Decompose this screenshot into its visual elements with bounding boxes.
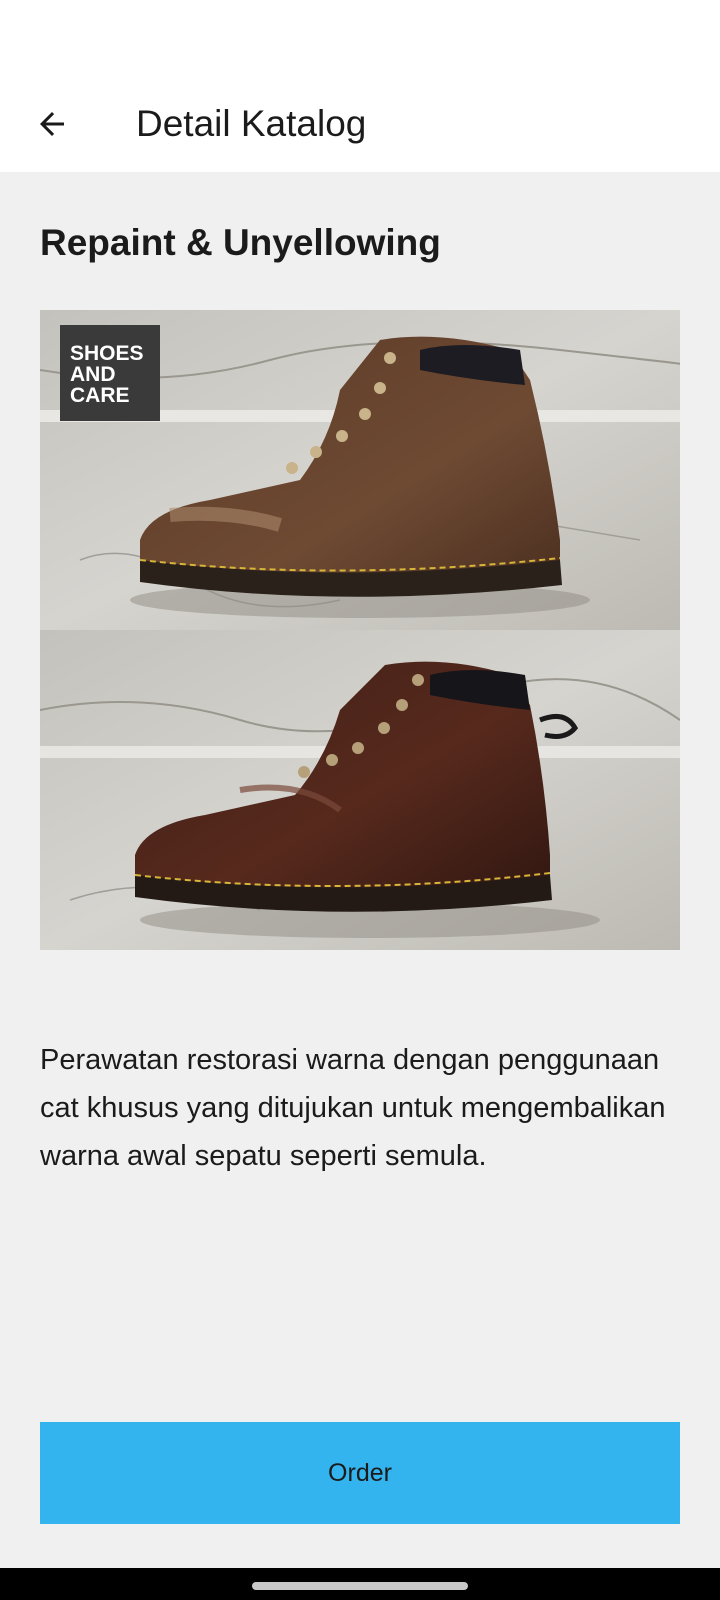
status-bar (0, 0, 720, 72)
shoes-and-care-logo: SHOES AND CARE (60, 325, 160, 421)
back-button[interactable] (24, 96, 80, 152)
page-title: Detail Katalog (136, 103, 367, 144)
navigation-bar (0, 1568, 720, 1600)
catalog-image: SHOES AND CARE (40, 310, 680, 950)
catalog-title: Repaint & Unyellowing (40, 222, 441, 263)
home-indicator[interactable] (252, 1582, 468, 1590)
arrow-left-icon (40, 112, 64, 136)
logo-text-line-2: AND (70, 363, 116, 386)
catalog-detail: Repaint & Unyellowing SHOES AND CARE Per… (0, 172, 720, 1568)
app-bar: Detail Katalog (0, 72, 720, 172)
order-button[interactable]: Order (40, 1422, 680, 1524)
logo-text-line-3: CARE (70, 384, 130, 407)
catalog-description: Perawatan restorasi warna dengan penggun… (40, 1044, 666, 1172)
logo-text-line-1: SHOES (70, 342, 144, 365)
